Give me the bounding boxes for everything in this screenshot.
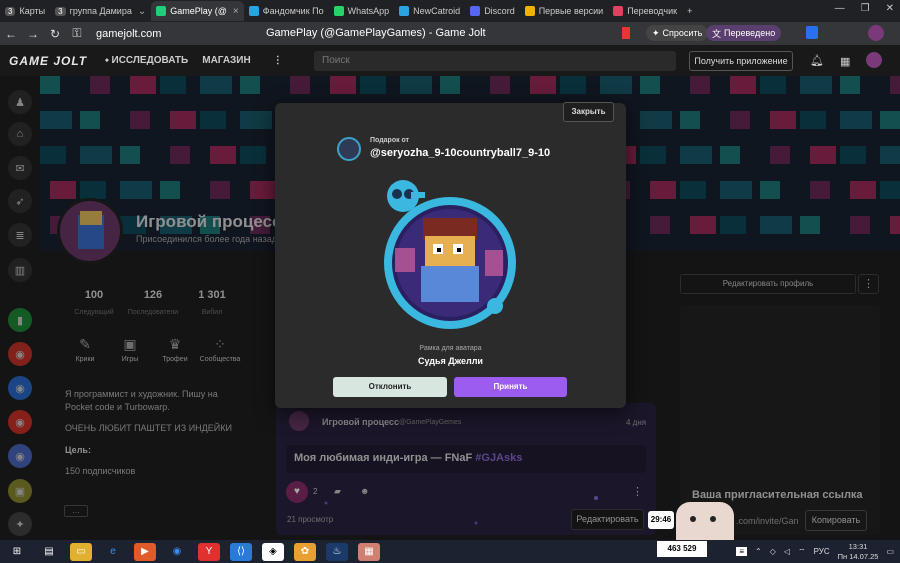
chevron-up-icon[interactable]: ⌃: [755, 547, 762, 556]
mascot-widget[interactable]: [676, 502, 734, 540]
tab-label: Карты: [19, 6, 46, 16]
clock-time: 13:31: [848, 541, 868, 551]
profile-avatar-icon[interactable]: [868, 25, 884, 41]
url-field[interactable]: gamejolt.com: [96, 28, 161, 40]
tab-label: группа Дамира: [69, 6, 132, 16]
tab-gameplay[interactable]: GamePlay (@ ×: [151, 1, 244, 21]
close-icon[interactable]: ×: [233, 6, 239, 17]
whatsapp-favicon-icon: [333, 6, 344, 16]
tab-label: Первые версии: [538, 6, 604, 16]
system-tray: ≡ ⌃ ◇ ◁ ⌔ РУС 13:31 Пн 14.07.25 ▭: [736, 540, 894, 563]
new-tab-button[interactable]: +: [682, 1, 697, 21]
tab-label: GamePlay (@: [170, 6, 227, 16]
gamejolt-favicon-icon: [156, 6, 167, 16]
ask-button[interactable]: ✦ Спросить: [646, 25, 709, 41]
tab-fandom[interactable]: Фандомчик По: [244, 1, 329, 21]
reload-icon[interactable]: ↻: [44, 27, 66, 41]
nav-store[interactable]: МАГАЗИН: [202, 55, 251, 66]
close-window-icon[interactable]: ✕: [886, 3, 894, 14]
clock[interactable]: 13:31 Пн 14.07.25: [838, 542, 879, 562]
translator-favicon-icon: [613, 6, 624, 16]
tab-translator[interactable]: Переводчик: [608, 1, 682, 21]
avatar-frame-preview: [375, 178, 525, 330]
gift-from-label: Подарок от: [370, 137, 410, 144]
tab-label: NewCatroid: [413, 6, 461, 16]
sparkle-icon: ✦: [652, 27, 660, 38]
bookmark-icon[interactable]: [622, 27, 630, 39]
yandex-icon[interactable]: Y: [198, 542, 220, 561]
tab-versions[interactable]: Первые версии: [520, 1, 608, 21]
vscode-icon[interactable]: ⟨⟩: [230, 542, 252, 561]
tab-newcatroid[interactable]: NewCatroid: [394, 1, 465, 21]
translate-icon: 文: [712, 28, 722, 39]
wifi-icon[interactable]: ⌔: [798, 547, 806, 557]
telegram-favicon-icon: [399, 6, 410, 16]
tab-2[interactable]: 3 группа Дамира ⌄: [50, 1, 151, 21]
user-avatar[interactable]: [866, 52, 882, 68]
media-player-icon[interactable]: ▶: [134, 542, 156, 561]
folder-favicon-icon: [524, 6, 535, 16]
edge-icon[interactable]: e: [102, 543, 124, 561]
decline-button[interactable]: Отклонить: [333, 377, 447, 397]
tab-whatsapp[interactable]: WhatsApp: [329, 1, 395, 21]
network-icon[interactable]: ◇: [770, 547, 776, 556]
language-indicator[interactable]: РУС: [814, 547, 830, 556]
chevron-down-icon: ⌄: [137, 5, 147, 17]
tab-label: WhatsApp: [347, 6, 390, 16]
ask-label: Спросить: [662, 28, 703, 38]
browser-icon[interactable]: ◉: [166, 543, 188, 561]
gift-sender-avatar: [337, 137, 361, 161]
page-title: GamePlay (@GamePlayGames) - Game Jolt: [266, 27, 486, 39]
maximize-icon[interactable]: ❐: [861, 3, 870, 14]
app-icon[interactable]: ▦: [358, 542, 380, 561]
apps-grid-icon[interactable]: ▦: [840, 55, 850, 68]
steam-icon[interactable]: ♨: [326, 542, 348, 561]
app-icon[interactable]: ✿: [294, 542, 316, 561]
file-explorer-icon[interactable]: ▭: [70, 542, 92, 561]
tab-1[interactable]: 3 Карты: [0, 1, 50, 21]
accept-button[interactable]: Принять: [454, 377, 567, 397]
tab-badge: 3: [5, 6, 16, 16]
gift-sender-username[interactable]: @seryozha_9-10countryball7_9-10: [370, 147, 550, 159]
tray-menu-icon[interactable]: ≡: [736, 547, 748, 556]
notifications-icon[interactable]: ▭: [886, 547, 894, 556]
minimize-icon[interactable]: —: [835, 3, 845, 14]
frame-name: Судья Джелли: [418, 356, 483, 366]
nav-explore-label: ИССЛЕДОВАТЬ: [111, 55, 189, 66]
close-button[interactable]: Закрыть: [563, 102, 614, 122]
counter-widget: 463 529: [657, 541, 707, 557]
timer-widget[interactable]: 29:46: [648, 511, 674, 529]
windows-start-icon[interactable]: ⊞: [6, 543, 28, 561]
nav-explore[interactable]: ⬩ ИССЛЕДОВАТЬ: [105, 55, 188, 66]
translated-label: Переведено: [724, 28, 776, 38]
frame-type-label: Рамка для аватара: [419, 345, 482, 352]
discord-favicon-icon: [470, 6, 481, 16]
volume-icon[interactable]: ◁: [784, 547, 790, 556]
jelly-frame-icon: [384, 180, 516, 329]
window-controls: — ❐ ✕: [835, 3, 894, 14]
search-input[interactable]: Поиск: [314, 51, 676, 71]
app-icon[interactable]: ◈: [262, 542, 284, 561]
lock-icon[interactable]: ⚿: [66, 26, 88, 41]
tab-discord[interactable]: Discord: [465, 1, 520, 21]
tab-label: Фандомчик По: [262, 6, 324, 16]
tab-label: Переводчик: [627, 6, 678, 16]
plus-icon: +: [687, 6, 693, 16]
tab-badge: 3: [55, 6, 66, 16]
browser-tab-strip: 3 Карты 3 группа Дамира ⌄ GamePlay (@ × Фанд…: [0, 0, 900, 22]
more-menu-icon[interactable]: ⋮: [273, 55, 283, 66]
forward-icon[interactable]: →: [22, 27, 44, 41]
get-app-button[interactable]: Получить приложение: [689, 51, 793, 71]
bell-icon[interactable]: 🔔︎: [810, 54, 824, 67]
telegram-favicon-icon: [248, 6, 259, 16]
translated-button[interactable]: 文 Переведено: [706, 25, 782, 41]
back-icon[interactable]: ←: [0, 27, 22, 41]
tab-label: Discord: [484, 6, 515, 16]
task-view-icon[interactable]: ▤: [38, 543, 60, 561]
gamejolt-logo[interactable]: GAME JOLT: [9, 54, 87, 68]
clock-date: Пн 14.07.25: [837, 551, 879, 561]
extension-icon[interactable]: [806, 26, 818, 39]
